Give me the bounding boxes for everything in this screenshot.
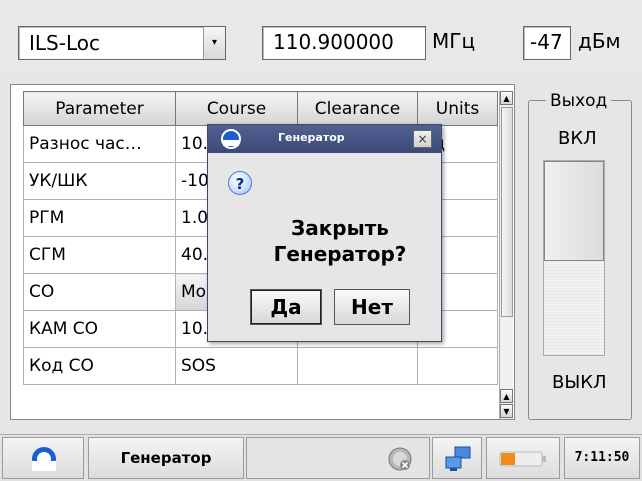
- scroll-up-arrow-icon[interactable]: ▲: [500, 389, 513, 403]
- table-cell[interactable]: Код СО: [23, 347, 176, 385]
- table-cell[interactable]: УК/ШК: [23, 162, 176, 200]
- table-scrollbar[interactable]: ▲ ▲ ▼: [499, 91, 513, 419]
- top-bar: ILS-Loc ▾ 110.900000 МГц -47 дБм: [0, 0, 642, 74]
- start-menu-button[interactable]: [2, 437, 84, 479]
- app-logo-icon: [32, 447, 56, 471]
- scrollbar-thumb[interactable]: [501, 107, 513, 317]
- toggle-knob[interactable]: [544, 161, 604, 261]
- column-header-units[interactable]: Units: [417, 91, 498, 126]
- power-unit: дБм: [578, 29, 621, 53]
- clock: 7:11:50: [564, 437, 640, 479]
- frequency-field[interactable]: 110.900000: [262, 26, 426, 60]
- output-group-label: Выход: [546, 91, 612, 111]
- scroll-up-arrow-icon[interactable]: ▲: [500, 91, 513, 105]
- output-off-label: ВЫКЛ: [552, 372, 607, 393]
- taskbar: Генератор 7:11:50: [0, 434, 642, 481]
- table-cell[interactable]: СГМ: [23, 236, 176, 274]
- column-header-clearance[interactable]: Clearance: [297, 91, 418, 126]
- dialog-title: Генератор: [278, 131, 345, 144]
- frequency-unit: МГц: [432, 29, 476, 53]
- output-on-label: ВКЛ: [558, 128, 597, 149]
- dialog-message-line2: Генератор?: [273, 242, 407, 266]
- toggle-track: [544, 261, 604, 355]
- power-field[interactable]: -47: [523, 26, 571, 60]
- taskbar-window-button[interactable]: Генератор: [88, 437, 244, 479]
- network-computers-icon: [445, 446, 471, 471]
- close-confirm-dialog: Генератор × ? Закрыть Генератор? Да Нет: [207, 124, 442, 342]
- network-disconnected-icon[interactable]: [387, 446, 413, 472]
- table-header-row: Parameter Course Clearance Units: [23, 91, 498, 126]
- close-icon[interactable]: ×: [413, 130, 432, 148]
- battery-icon: [499, 451, 546, 467]
- yes-button[interactable]: Да: [250, 289, 322, 325]
- app-logo-icon: [221, 129, 241, 149]
- column-header-course[interactable]: Course: [175, 91, 298, 126]
- table-cell[interactable]: СО: [23, 273, 176, 311]
- mode-select-value: ILS-Loc: [29, 31, 100, 55]
- table-cell[interactable]: КАМ СО: [23, 310, 176, 348]
- table-row[interactable]: Код СО SOS: [23, 347, 498, 385]
- taskbar-empty-slot: [246, 437, 430, 479]
- dialog-titlebar[interactable]: Генератор ×: [208, 125, 441, 153]
- network-status-button[interactable]: [432, 437, 482, 479]
- scroll-down-arrow-icon[interactable]: ▼: [500, 404, 513, 418]
- no-button[interactable]: Нет: [334, 289, 410, 325]
- table-cell[interactable]: [297, 347, 418, 385]
- output-toggle-switch[interactable]: [543, 160, 605, 356]
- battery-status-button[interactable]: [486, 437, 560, 479]
- table-cell[interactable]: [417, 347, 498, 385]
- dialog-message: Закрыть Генератор?: [250, 215, 430, 267]
- chevron-down-icon[interactable]: ▾: [203, 27, 225, 59]
- question-icon: ?: [228, 171, 252, 195]
- table-cell[interactable]: SOS: [175, 347, 298, 385]
- table-cell[interactable]: Разнос час…: [23, 125, 176, 163]
- mode-select[interactable]: ILS-Loc ▾: [18, 26, 226, 60]
- column-header-parameter[interactable]: Parameter: [23, 91, 176, 126]
- table-cell[interactable]: РГМ: [23, 199, 176, 237]
- dialog-message-line1: Закрыть: [291, 216, 389, 240]
